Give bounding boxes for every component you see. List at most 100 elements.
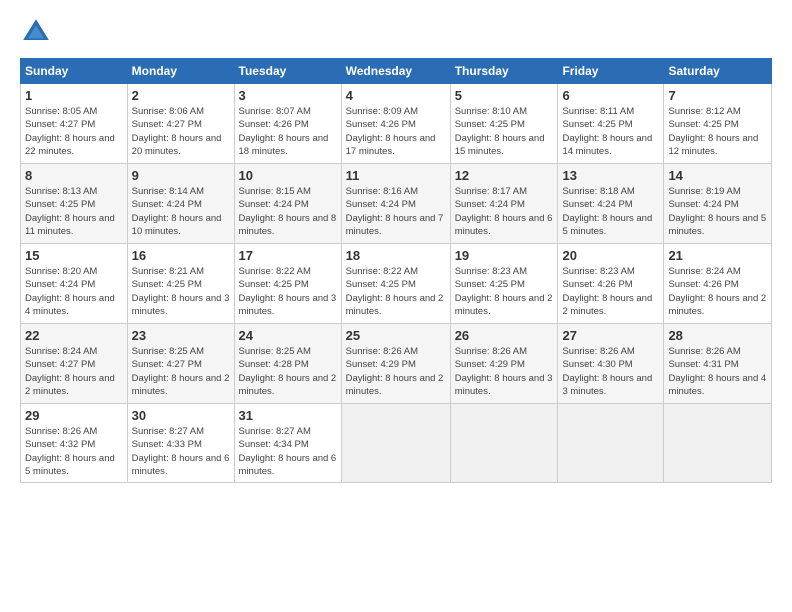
day-header-tuesday: Tuesday: [234, 59, 341, 84]
day-info: Sunrise: 8:27 AMSunset: 4:34 PMDaylight:…: [239, 425, 337, 478]
day-info: Sunrise: 8:19 AMSunset: 4:24 PMDaylight:…: [668, 185, 767, 238]
day-number: 13: [562, 168, 659, 183]
day-number: 28: [668, 328, 767, 343]
day-info: Sunrise: 8:12 AMSunset: 4:25 PMDaylight:…: [668, 105, 767, 158]
calendar-cell: 5 Sunrise: 8:10 AMSunset: 4:25 PMDayligh…: [450, 84, 558, 164]
calendar-cell: 17 Sunrise: 8:22 AMSunset: 4:25 PMDaylig…: [234, 244, 341, 324]
day-number: 7: [668, 88, 767, 103]
day-number: 16: [132, 248, 230, 263]
day-info: Sunrise: 8:25 AMSunset: 4:28 PMDaylight:…: [239, 345, 337, 398]
calendar-cell: 20 Sunrise: 8:23 AMSunset: 4:26 PMDaylig…: [558, 244, 664, 324]
day-info: Sunrise: 8:23 AMSunset: 4:26 PMDaylight:…: [562, 265, 659, 318]
calendar-page: SundayMondayTuesdayWednesdayThursdayFrid…: [0, 0, 792, 612]
day-number: 24: [239, 328, 337, 343]
calendar-cell: 8 Sunrise: 8:13 AMSunset: 4:25 PMDayligh…: [21, 164, 128, 244]
calendar-cell: 7 Sunrise: 8:12 AMSunset: 4:25 PMDayligh…: [664, 84, 772, 164]
calendar-cell: 9 Sunrise: 8:14 AMSunset: 4:24 PMDayligh…: [127, 164, 234, 244]
calendar-cell: 10 Sunrise: 8:15 AMSunset: 4:24 PMDaylig…: [234, 164, 341, 244]
calendar-cell: 29 Sunrise: 8:26 AMSunset: 4:32 PMDaylig…: [21, 404, 128, 483]
calendar-cell: 14 Sunrise: 8:19 AMSunset: 4:24 PMDaylig…: [664, 164, 772, 244]
calendar-table: SundayMondayTuesdayWednesdayThursdayFrid…: [20, 58, 772, 483]
day-info: Sunrise: 8:10 AMSunset: 4:25 PMDaylight:…: [455, 105, 554, 158]
day-header-wednesday: Wednesday: [341, 59, 450, 84]
day-number: 29: [25, 408, 123, 423]
day-number: 12: [455, 168, 554, 183]
calendar-week-2: 8 Sunrise: 8:13 AMSunset: 4:25 PMDayligh…: [21, 164, 772, 244]
day-header-sunday: Sunday: [21, 59, 128, 84]
day-info: Sunrise: 8:13 AMSunset: 4:25 PMDaylight:…: [25, 185, 123, 238]
day-number: 6: [562, 88, 659, 103]
day-number: 2: [132, 88, 230, 103]
day-info: Sunrise: 8:24 AMSunset: 4:26 PMDaylight:…: [668, 265, 767, 318]
day-number: 15: [25, 248, 123, 263]
day-info: Sunrise: 8:15 AMSunset: 4:24 PMDaylight:…: [239, 185, 337, 238]
day-header-monday: Monday: [127, 59, 234, 84]
calendar-week-5: 29 Sunrise: 8:26 AMSunset: 4:32 PMDaylig…: [21, 404, 772, 483]
day-info: Sunrise: 8:27 AMSunset: 4:33 PMDaylight:…: [132, 425, 230, 478]
calendar-cell: 28 Sunrise: 8:26 AMSunset: 4:31 PMDaylig…: [664, 324, 772, 404]
logo-icon: [20, 16, 52, 48]
calendar-cell: 12 Sunrise: 8:17 AMSunset: 4:24 PMDaylig…: [450, 164, 558, 244]
calendar-cell: 30 Sunrise: 8:27 AMSunset: 4:33 PMDaylig…: [127, 404, 234, 483]
day-header-thursday: Thursday: [450, 59, 558, 84]
day-number: 8: [25, 168, 123, 183]
day-info: Sunrise: 8:26 AMSunset: 4:31 PMDaylight:…: [668, 345, 767, 398]
day-info: Sunrise: 8:22 AMSunset: 4:25 PMDaylight:…: [346, 265, 446, 318]
calendar-cell: 16 Sunrise: 8:21 AMSunset: 4:25 PMDaylig…: [127, 244, 234, 324]
day-number: 9: [132, 168, 230, 183]
calendar-header-row: SundayMondayTuesdayWednesdayThursdayFrid…: [21, 59, 772, 84]
calendar-cell: 1 Sunrise: 8:05 AMSunset: 4:27 PMDayligh…: [21, 84, 128, 164]
day-number: 19: [455, 248, 554, 263]
day-number: 5: [455, 88, 554, 103]
calendar-cell: 11 Sunrise: 8:16 AMSunset: 4:24 PMDaylig…: [341, 164, 450, 244]
calendar-week-4: 22 Sunrise: 8:24 AMSunset: 4:27 PMDaylig…: [21, 324, 772, 404]
calendar-cell: 15 Sunrise: 8:20 AMSunset: 4:24 PMDaylig…: [21, 244, 128, 324]
day-number: 27: [562, 328, 659, 343]
calendar-cell: 18 Sunrise: 8:22 AMSunset: 4:25 PMDaylig…: [341, 244, 450, 324]
day-info: Sunrise: 8:26 AMSunset: 4:32 PMDaylight:…: [25, 425, 123, 478]
day-number: 26: [455, 328, 554, 343]
calendar-cell: 2 Sunrise: 8:06 AMSunset: 4:27 PMDayligh…: [127, 84, 234, 164]
day-header-saturday: Saturday: [664, 59, 772, 84]
calendar-cell: 27 Sunrise: 8:26 AMSunset: 4:30 PMDaylig…: [558, 324, 664, 404]
day-number: 25: [346, 328, 446, 343]
calendar-cell: [341, 404, 450, 483]
day-header-friday: Friday: [558, 59, 664, 84]
calendar-cell: 23 Sunrise: 8:25 AMSunset: 4:27 PMDaylig…: [127, 324, 234, 404]
calendar-cell: 4 Sunrise: 8:09 AMSunset: 4:26 PMDayligh…: [341, 84, 450, 164]
day-number: 1: [25, 88, 123, 103]
day-info: Sunrise: 8:18 AMSunset: 4:24 PMDaylight:…: [562, 185, 659, 238]
calendar-cell: 21 Sunrise: 8:24 AMSunset: 4:26 PMDaylig…: [664, 244, 772, 324]
calendar-cell: 31 Sunrise: 8:27 AMSunset: 4:34 PMDaylig…: [234, 404, 341, 483]
day-info: Sunrise: 8:21 AMSunset: 4:25 PMDaylight:…: [132, 265, 230, 318]
logo: [20, 16, 58, 48]
day-info: Sunrise: 8:23 AMSunset: 4:25 PMDaylight:…: [455, 265, 554, 318]
day-info: Sunrise: 8:11 AMSunset: 4:25 PMDaylight:…: [562, 105, 659, 158]
day-number: 23: [132, 328, 230, 343]
day-info: Sunrise: 8:22 AMSunset: 4:25 PMDaylight:…: [239, 265, 337, 318]
day-info: Sunrise: 8:26 AMSunset: 4:29 PMDaylight:…: [455, 345, 554, 398]
day-number: 20: [562, 248, 659, 263]
day-info: Sunrise: 8:26 AMSunset: 4:29 PMDaylight:…: [346, 345, 446, 398]
calendar-cell: [664, 404, 772, 483]
calendar-cell: 3 Sunrise: 8:07 AMSunset: 4:26 PMDayligh…: [234, 84, 341, 164]
calendar-week-1: 1 Sunrise: 8:05 AMSunset: 4:27 PMDayligh…: [21, 84, 772, 164]
calendar-cell: 19 Sunrise: 8:23 AMSunset: 4:25 PMDaylig…: [450, 244, 558, 324]
day-info: Sunrise: 8:26 AMSunset: 4:30 PMDaylight:…: [562, 345, 659, 398]
day-info: Sunrise: 8:17 AMSunset: 4:24 PMDaylight:…: [455, 185, 554, 238]
calendar-cell: 6 Sunrise: 8:11 AMSunset: 4:25 PMDayligh…: [558, 84, 664, 164]
day-number: 18: [346, 248, 446, 263]
day-number: 17: [239, 248, 337, 263]
day-number: 22: [25, 328, 123, 343]
day-info: Sunrise: 8:25 AMSunset: 4:27 PMDaylight:…: [132, 345, 230, 398]
day-number: 10: [239, 168, 337, 183]
day-info: Sunrise: 8:24 AMSunset: 4:27 PMDaylight:…: [25, 345, 123, 398]
day-info: Sunrise: 8:20 AMSunset: 4:24 PMDaylight:…: [25, 265, 123, 318]
day-info: Sunrise: 8:16 AMSunset: 4:24 PMDaylight:…: [346, 185, 446, 238]
calendar-cell: 22 Sunrise: 8:24 AMSunset: 4:27 PMDaylig…: [21, 324, 128, 404]
day-number: 31: [239, 408, 337, 423]
day-info: Sunrise: 8:07 AMSunset: 4:26 PMDaylight:…: [239, 105, 337, 158]
day-info: Sunrise: 8:06 AMSunset: 4:27 PMDaylight:…: [132, 105, 230, 158]
day-number: 14: [668, 168, 767, 183]
day-number: 3: [239, 88, 337, 103]
